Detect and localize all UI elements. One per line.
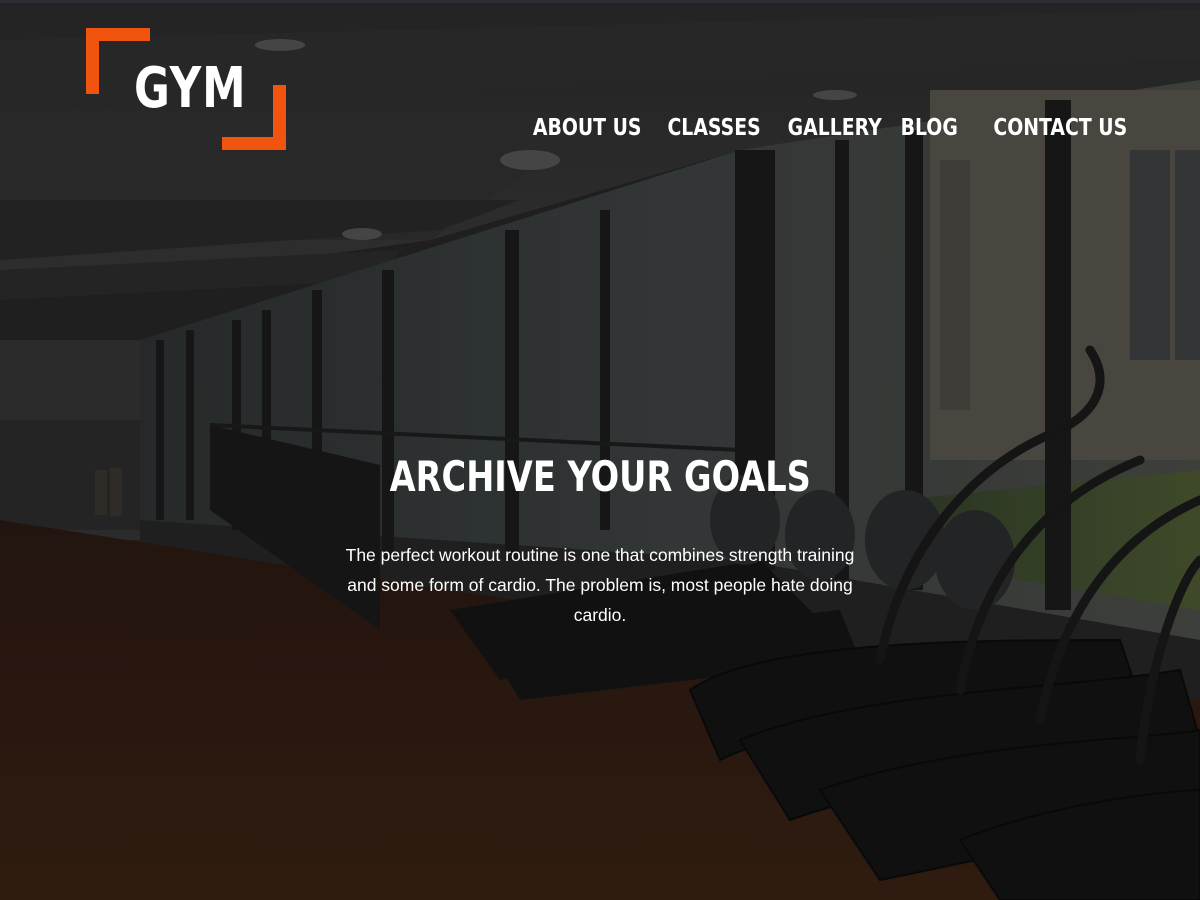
top-border [0, 0, 1200, 3]
landing-page: GYM ABOUT US CLASSES GALLERY BLOG CONTAC… [0, 0, 1200, 900]
hero-title: ARCHIVE YOUR GOALS [389, 452, 811, 501]
hero-content: ARCHIVE YOUR GOALS The perfect workout r… [300, 452, 900, 630]
nav-item-contact-us[interactable]: CONTACT US [993, 112, 1127, 144]
nav-item-classes[interactable]: CLASSES [668, 112, 761, 144]
logo-bracket-bottom-right-vertical [273, 85, 286, 150]
site-logo[interactable]: GYM [86, 28, 286, 152]
hero-description: The perfect workout routine is one that … [345, 545, 855, 625]
logo-text: GYM [134, 56, 247, 121]
logo-bracket-top-left-vertical [86, 28, 99, 94]
nav-item-gallery[interactable]: GALLERY [788, 112, 882, 144]
main-nav: ABOUT US CLASSES GALLERY BLOG CONTACT US [503, 112, 1127, 144]
nav-item-blog[interactable]: BLOG [901, 112, 958, 144]
nav-item-about-us[interactable]: ABOUT US [533, 112, 642, 144]
